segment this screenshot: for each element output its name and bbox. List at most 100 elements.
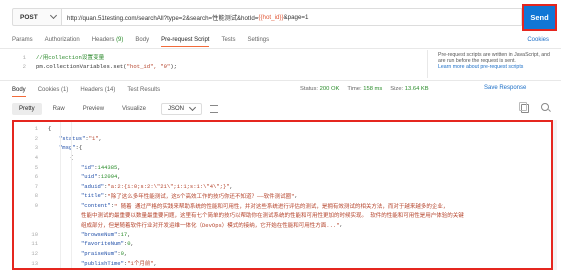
line-number: 8	[34, 192, 38, 200]
search-icon[interactable]	[541, 103, 549, 111]
url-prefix: http://quan.51testing.com/searchAll?type…	[67, 14, 259, 22]
chevron-down-icon	[188, 103, 196, 111]
code-line: 6 "uid": 12094,	[14, 172, 551, 182]
view-raw[interactable]: Raw	[46, 103, 72, 115]
json-string: "1个月前"	[127, 260, 154, 268]
code-line: 13 "publishTime": "1个月前",	[14, 258, 551, 268]
code-line: 14"type": 1,	[14, 268, 551, 270]
json-key: "browseNum"	[81, 230, 118, 238]
tab-prerequest[interactable]: Pre-request Script	[161, 37, 210, 47]
format-select[interactable]: JSON	[160, 102, 202, 115]
line-number: 2	[22, 62, 26, 70]
help-link[interactable]: Learn more about pre-request scripts	[438, 64, 553, 70]
response-tab-headers[interactable]: Headers (14)	[80, 87, 115, 93]
url-suffix: &page=1	[283, 13, 309, 21]
scrollbar[interactable]	[553, 120, 557, 270]
json-key: "uid"	[81, 173, 98, 181]
time-value: 158 ms	[363, 86, 383, 92]
size-label: Size:	[390, 86, 404, 92]
line-number: 3	[34, 144, 38, 152]
cookies-link[interactable]: Cookies	[527, 37, 549, 43]
response-tab-cookies[interactable]: Cookies (1)	[38, 87, 69, 93]
code-line: 组成部分，但是随着软件行业对开发运维一体化（DevOps）模式的接纳，它开始在性…	[14, 220, 551, 230]
time: Time: 158 ms	[347, 86, 382, 92]
tab-headers-label: Headers	[91, 37, 115, 43]
json-punct: ,	[130, 240, 134, 248]
response-tab-body[interactable]: Body	[12, 87, 26, 97]
headers-count: (9)	[116, 37, 124, 43]
format-label: JSON	[167, 105, 184, 112]
send-button[interactable]: Send	[522, 4, 557, 31]
line-number: 11	[31, 240, 38, 248]
line-number: 1	[22, 53, 26, 61]
wrap-icon[interactable]	[209, 104, 218, 113]
help-text: Pre-request scripts are written in JavaS…	[438, 52, 550, 65]
view-visualize[interactable]: Visualize	[115, 103, 153, 115]
line-number: 9	[34, 202, 38, 210]
response-tab-tests[interactable]: Test Results	[127, 87, 160, 93]
json-number: 1	[104, 269, 107, 270]
code-line: 性能中测试的最重要以数量最重要问题，这里有七个简单的技巧以帮助你在测试系统的性能…	[14, 210, 551, 220]
json-number: 12094	[100, 173, 118, 181]
view-toolbar: Pretty Raw Preview Visualize JSON	[12, 101, 218, 116]
code-line: 11 "favoriteNum": 0,	[14, 239, 551, 249]
code-line: 12 "praiseNum": 0,	[14, 249, 551, 259]
tab-authorization[interactable]: Authorization	[45, 37, 80, 43]
line-number: 4	[34, 154, 38, 162]
editor-line: 2 pm.collectionVariables.set("hot_id", "…	[12, 62, 177, 70]
json-string: {	[78, 144, 83, 152]
code-line: 5 "id": 144385,	[14, 162, 551, 172]
size-value: 13.64 KB	[404, 86, 429, 92]
code-line: 3 "msg": {	[14, 143, 551, 153]
line-number: 10	[31, 230, 38, 238]
tab-headers[interactable]: Headers (9)	[92, 37, 124, 43]
line-number: 12	[31, 250, 38, 258]
view-pretty[interactable]: Pretty	[12, 102, 42, 115]
json-number: 144385	[97, 163, 118, 171]
copy-icon[interactable]	[519, 102, 529, 113]
editor-line: 1 //用collection设置变量	[12, 53, 105, 62]
code-line: 1{	[14, 124, 551, 134]
json-key: "content"	[81, 202, 111, 210]
json-number: 17	[120, 230, 128, 238]
chevron-down-icon	[49, 11, 58, 20]
code-line: 2 "status": "1",	[14, 134, 551, 144]
tab-tests[interactable]: Tests	[221, 37, 235, 43]
json-key: "msg"	[59, 144, 76, 152]
line-number: 13	[31, 259, 38, 267]
time-label: Time:	[347, 86, 362, 92]
json-string: 性能中测试的最重要以数量最重要问题，这里有七个简单的技巧以帮助你在测试系统的性能…	[81, 212, 464, 220]
json-key: "type"	[81, 269, 101, 270]
code-comment: //用collection设置变量	[36, 54, 105, 61]
line-number: 7	[34, 182, 38, 190]
json-string: 组成部分，但是随着软件行业对开发运维一体化（DevOps）模式的接纳，它开始在性…	[81, 221, 340, 229]
method-select[interactable]: POST	[12, 8, 62, 26]
size: Size: 13.64 KB	[390, 86, 428, 92]
url-input[interactable]: http://quan.51testing.com/searchAll?type…	[62, 8, 522, 26]
json-punct: ,	[123, 250, 128, 258]
json-key: "status"	[59, 134, 86, 142]
json-string: " 随着 通过严格的实践来帮助系统的性能和可用性，并对这些系统进行评估的测试，是…	[114, 202, 449, 210]
status-label: Status:	[300, 86, 319, 92]
json-punct: ,	[339, 221, 343, 229]
save-response-button[interactable]: Save Response	[484, 85, 526, 91]
json-key: "publishTime"	[81, 259, 124, 267]
response-tabs: Body Cookies (1) Headers (14) Test Resul…	[0, 83, 160, 97]
prerequest-editor[interactable]: 1 //用collection设置变量 2 pm.collectionVaria…	[12, 50, 428, 78]
code-string: "hot_id", "9"	[126, 62, 171, 70]
view-preview[interactable]: Preview	[76, 103, 111, 115]
tab-params[interactable]: Params	[12, 37, 33, 43]
tab-settings[interactable]: Settings	[247, 37, 269, 43]
json-string: "除了这么多年性能测试，这5个高效工作的技巧你还不知道？——软件测试圈"	[107, 192, 295, 200]
divider	[0, 48, 561, 49]
tab-body[interactable]: Body	[135, 37, 149, 43]
method-label: POST	[20, 13, 38, 21]
json-key: "aduid"	[81, 182, 105, 190]
panel-resize-handle[interactable]	[430, 50, 436, 78]
line-number: 2	[34, 134, 38, 142]
status-value: 200 OK	[319, 86, 340, 92]
response-meta: Status: 200 OK Time: 158 ms Size: 13.64 …	[300, 86, 429, 92]
json-string: "1"	[88, 134, 99, 142]
json-key: "id"	[81, 163, 95, 171]
response-body[interactable]: 1{2"status": "1",3"msg": {4{5"id": 14438…	[12, 120, 553, 270]
